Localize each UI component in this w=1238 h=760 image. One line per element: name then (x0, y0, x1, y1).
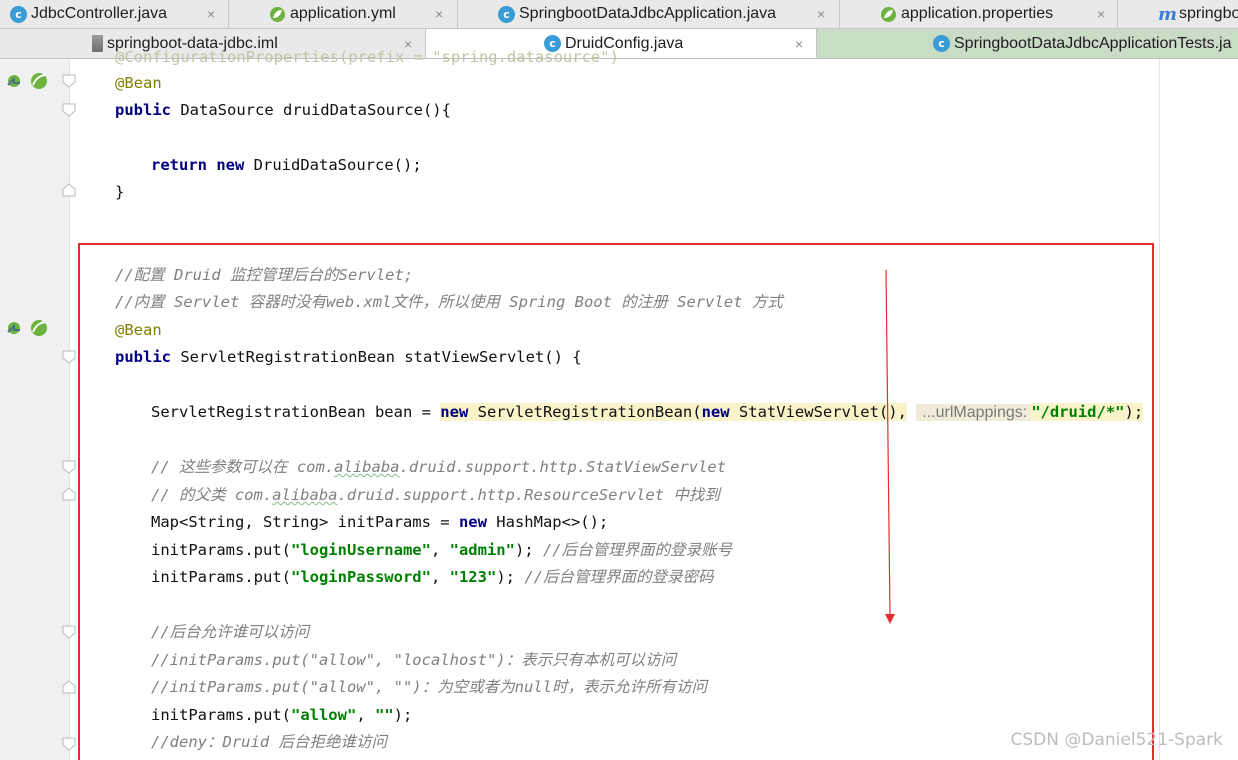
spring-leaf-icon (269, 6, 286, 23)
code-line: public DataSource druidDataSource(){ (115, 101, 451, 119)
spring-app-class-icon: c (498, 5, 515, 23)
close-tab-icon[interactable]: × (817, 6, 825, 22)
maven-icon: m (1158, 3, 1178, 25)
close-tab-icon[interactable]: × (435, 6, 443, 22)
tab-label: springbo (1179, 5, 1238, 22)
close-tab-icon[interactable]: × (1097, 6, 1105, 22)
code-line: } (115, 183, 125, 201)
tab-label: application.yml (290, 5, 396, 22)
tab-application-properties[interactable]: application.properties × (840, 0, 1118, 28)
tab-label: JdbcController.java (31, 5, 168, 22)
java-class-icon: c (10, 5, 27, 23)
tab-label: SpringbootDataJdbcApplicationTests.ja (954, 34, 1232, 52)
close-tab-icon[interactable]: × (207, 6, 215, 22)
code-line: @ConfigurationProperties(prefix = "sprin… (115, 48, 619, 66)
watermark: CSDN @Daniel521-Spark (1010, 730, 1223, 750)
bean-navigation-icon[interactable] (5, 317, 49, 339)
tab-application-yml[interactable]: application.yml × (229, 0, 458, 28)
editor-tab-bar-top: c JdbcController.java × application.yml … (0, 0, 1238, 29)
tab-label: application.properties (901, 5, 1054, 22)
down-arrow-icon (885, 270, 895, 624)
close-tab-icon[interactable]: × (795, 36, 803, 52)
editor-gutter (0, 60, 76, 760)
tab-label: SpringbootDataJdbcApplication.java (519, 5, 777, 22)
spring-leaf-icon (880, 6, 897, 23)
code-line: return new DruidDataSource(); (151, 156, 422, 174)
highlight-box (78, 243, 1154, 760)
iml-file-icon (92, 35, 103, 52)
tab-springboot-app[interactable]: c SpringbootDataJdbcApplication.java × (458, 0, 840, 28)
bean-navigation-icon[interactable] (5, 70, 49, 92)
code-line: @Bean (115, 74, 162, 92)
tab-jdbc-controller[interactable]: c JdbcController.java × (0, 0, 229, 28)
spring-app-class-icon: c (933, 35, 950, 52)
tab-pom[interactable]: m springbo (1118, 0, 1238, 28)
tab-app-tests[interactable]: c SpringbootDataJdbcApplicationTests.ja (817, 29, 1238, 58)
